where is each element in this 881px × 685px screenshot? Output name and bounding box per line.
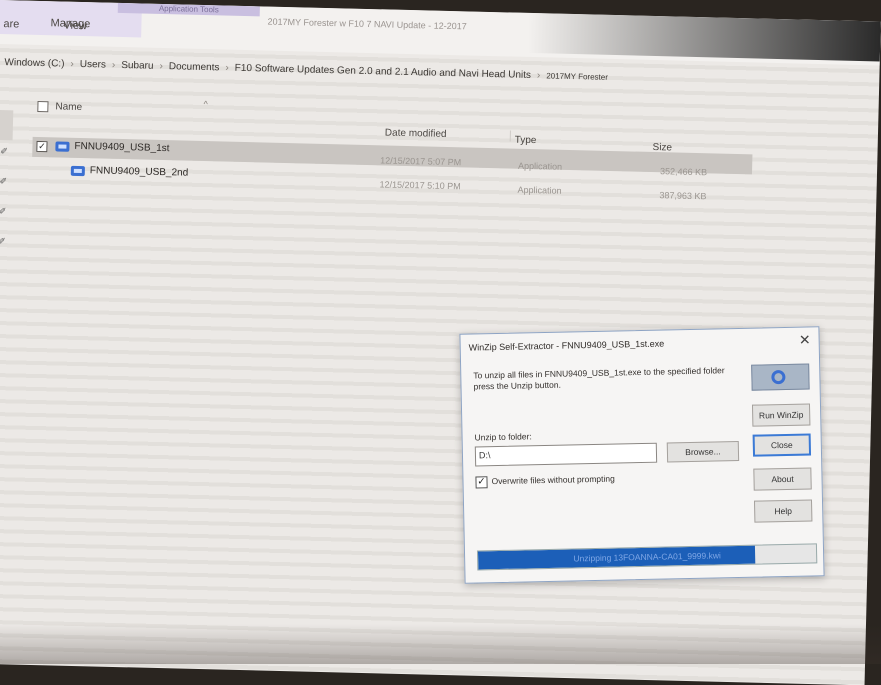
breadcrumb-forester[interactable]: 2017MY Forester (546, 71, 608, 82)
file-size: 387,963 KB (659, 190, 707, 202)
pin-icon: ✐ (0, 176, 8, 187)
unzip-folder-label: Unzip to folder: (474, 431, 532, 443)
tab-view[interactable]: View (63, 20, 87, 33)
browse-button[interactable]: Browse... (666, 440, 740, 463)
dialog-title: WinZip Self-Extractor - FNNU9409_USB_1st… (468, 338, 665, 353)
file-date: 12/15/2017 5:10 PM (379, 179, 461, 192)
winzip-app-icon (55, 141, 70, 152)
file-type: Application (517, 160, 563, 172)
unzip-folder-input[interactable]: D:\ (474, 442, 658, 467)
file-date: 12/15/2017 5:07 PM (380, 155, 462, 168)
breadcrumb-documents[interactable]: Documents (169, 61, 220, 73)
pin-icon: ✐ (0, 236, 6, 247)
pin-icon: ✐ (0, 206, 7, 217)
select-all-checkbox[interactable] (37, 100, 49, 113)
breadcrumb-separator: › (70, 58, 74, 70)
about-button[interactable]: About (753, 467, 812, 491)
progress-bar: Unzipping 13FOANNA-CA01_9999.kwi (476, 543, 818, 571)
column-header-name[interactable]: Name (55, 101, 82, 113)
column-header-type[interactable]: Type (515, 135, 537, 147)
breadcrumb-f10-updates[interactable]: F10 Software Updates Gen 2.0 and 2.1 Aud… (235, 62, 531, 80)
help-button[interactable]: Help (753, 499, 813, 523)
overwrite-label: Overwrite files without prompting (491, 473, 615, 487)
busy-spinner-icon (769, 369, 791, 385)
progress-status: Unzipping 13FOANNA-CA01_9999.kwi (573, 550, 721, 564)
file-name[interactable]: FNNU9409_USB_1st (74, 141, 169, 154)
unzip-button[interactable] (751, 363, 810, 391)
close-icon[interactable]: ✕ (799, 331, 811, 348)
pin-icon: ✐ (0, 146, 8, 157)
breadcrumb-drive[interactable]: Windows (C:) (4, 57, 64, 69)
winzip-dialog: WinZip Self-Extractor - FNNU9409_USB_1st… (459, 326, 825, 584)
close-button[interactable]: Close (752, 433, 812, 457)
sort-ascending-icon: ^ (203, 99, 208, 110)
breadcrumb-separator: › (159, 60, 163, 72)
nav-pane-edge (0, 109, 14, 141)
breadcrumb-separator: › (536, 69, 541, 81)
row-checkbox[interactable]: ✓ (36, 140, 48, 153)
tab-share[interactable]: are (3, 18, 19, 30)
dialog-message: To unzip all files in FNNU9409_USB_1st.e… (473, 365, 725, 392)
breadcrumb-users[interactable]: Users (80, 58, 106, 70)
winzip-app-icon (70, 165, 85, 177)
file-name[interactable]: FNNU9409_USB_2nd (90, 165, 189, 178)
breadcrumb-separator: › (225, 62, 229, 74)
window-title: 2017MY Forester w F10 7 NAVI Update - 12… (267, 16, 467, 32)
breadcrumb-separator: › (111, 59, 116, 71)
overwrite-checkbox[interactable]: ✓ (475, 476, 488, 489)
column-header-date[interactable]: Date modified (380, 127, 511, 142)
file-type: Application (517, 184, 562, 196)
run-winzip-button[interactable]: Run WinZip (751, 403, 811, 427)
breadcrumb-subaru[interactable]: Subaru (121, 59, 154, 71)
